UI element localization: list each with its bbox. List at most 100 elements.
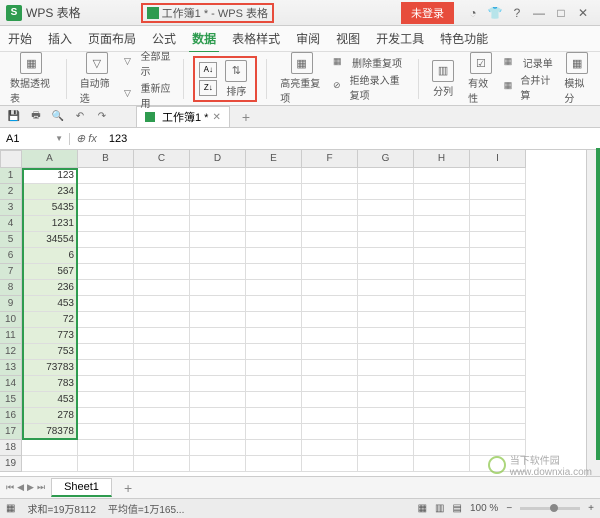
reject-dup-button[interactable]: ⊘拒绝录入重复项 [333, 72, 409, 102]
select-all-corner[interactable] [0, 150, 22, 168]
cell[interactable] [134, 360, 190, 376]
record-form-button[interactable]: ▦记录单 [504, 55, 555, 70]
row-header-15[interactable]: 15 [0, 392, 22, 408]
sheet-tab[interactable]: Sheet1 [51, 478, 112, 497]
cell[interactable] [246, 168, 302, 184]
cell[interactable] [134, 456, 190, 472]
row-header-17[interactable]: 17 [0, 424, 22, 440]
cell[interactable] [358, 232, 414, 248]
cell[interactable] [22, 456, 78, 472]
col-header-G[interactable]: G [358, 150, 414, 168]
shirt-icon[interactable]: 👕 [484, 3, 506, 23]
redo-icon[interactable]: ↷ [94, 109, 110, 125]
menu-start[interactable]: 开始 [8, 30, 32, 47]
cell[interactable] [470, 264, 526, 280]
name-box[interactable]: A1 ▼ [0, 133, 70, 145]
cell[interactable] [358, 424, 414, 440]
cell[interactable] [134, 392, 190, 408]
cell[interactable] [78, 328, 134, 344]
cell[interactable] [414, 424, 470, 440]
cell[interactable] [302, 232, 358, 248]
row-header-16[interactable]: 16 [0, 408, 22, 424]
cell[interactable] [190, 216, 246, 232]
cell[interactable] [78, 376, 134, 392]
col-header-F[interactable]: F [302, 150, 358, 168]
cell[interactable] [358, 392, 414, 408]
cell[interactable] [134, 424, 190, 440]
skin-icon[interactable]: ◔ [462, 3, 484, 23]
col-header-I[interactable]: I [470, 150, 526, 168]
row-header-19[interactable]: 19 [0, 456, 22, 472]
row-header-9[interactable]: 9 [0, 296, 22, 312]
cell[interactable] [470, 360, 526, 376]
cell[interactable] [302, 296, 358, 312]
cell[interactable] [246, 344, 302, 360]
cell[interactable] [358, 312, 414, 328]
cell[interactable] [470, 312, 526, 328]
cell[interactable] [134, 328, 190, 344]
cell[interactable] [302, 216, 358, 232]
consolidate-button[interactable]: ▦合并计算 [504, 72, 555, 102]
cell[interactable] [190, 424, 246, 440]
cell[interactable] [414, 376, 470, 392]
cell[interactable] [470, 408, 526, 424]
cell[interactable] [246, 440, 302, 456]
tab-prev-icon[interactable]: ◀ [17, 482, 24, 493]
cell[interactable] [246, 360, 302, 376]
cell[interactable] [246, 376, 302, 392]
cell[interactable] [302, 456, 358, 472]
cell[interactable] [190, 328, 246, 344]
preview-icon[interactable]: 🔍 [50, 109, 66, 125]
cell[interactable]: 123 [22, 168, 78, 184]
cell[interactable] [358, 408, 414, 424]
cell[interactable] [414, 360, 470, 376]
sort-button[interactable]: ⇅ 排序 [221, 60, 251, 98]
cell[interactable] [190, 264, 246, 280]
maximize-icon[interactable]: □ [550, 3, 572, 23]
cell[interactable]: 753 [22, 344, 78, 360]
row-header-14[interactable]: 14 [0, 376, 22, 392]
cell[interactable] [358, 248, 414, 264]
cell[interactable]: 773 [22, 328, 78, 344]
cell[interactable]: 78378 [22, 424, 78, 440]
cell[interactable] [22, 440, 78, 456]
cells-area[interactable]: 1232345435123134554656723645372773753737… [22, 168, 586, 476]
cell[interactable] [358, 184, 414, 200]
cell[interactable] [414, 328, 470, 344]
cell[interactable] [302, 280, 358, 296]
col-header-C[interactable]: C [134, 150, 190, 168]
menu-formula[interactable]: 公式 [152, 30, 176, 47]
cell[interactable] [134, 248, 190, 264]
cell[interactable] [358, 264, 414, 280]
cell[interactable] [414, 408, 470, 424]
autofilter-button[interactable]: ▽ 自动筛选 [76, 52, 118, 105]
cell[interactable] [246, 232, 302, 248]
cell[interactable] [414, 184, 470, 200]
cell[interactable] [190, 312, 246, 328]
close-icon[interactable]: ✕ [572, 3, 594, 23]
cell[interactable]: 236 [22, 280, 78, 296]
cell[interactable] [190, 392, 246, 408]
cell[interactable]: 72 [22, 312, 78, 328]
cell[interactable] [358, 344, 414, 360]
cell[interactable] [190, 360, 246, 376]
zoom-thumb[interactable] [550, 504, 558, 512]
doc-tab-close-icon[interactable]: ✕ [212, 112, 220, 123]
cell[interactable] [190, 184, 246, 200]
menu-review[interactable]: 审阅 [296, 30, 320, 47]
cell[interactable] [246, 312, 302, 328]
sort-desc-button[interactable]: Z↓ [199, 80, 217, 96]
row-header-5[interactable]: 5 [0, 232, 22, 248]
cell[interactable] [414, 312, 470, 328]
fx-icon[interactable]: ⊕ fx [70, 132, 103, 145]
cell[interactable] [78, 424, 134, 440]
cell[interactable] [246, 216, 302, 232]
cell[interactable] [470, 168, 526, 184]
cell[interactable] [134, 440, 190, 456]
cell[interactable] [302, 376, 358, 392]
cell[interactable] [78, 280, 134, 296]
cell[interactable] [302, 408, 358, 424]
formula-input[interactable]: 123 [103, 133, 600, 145]
cell[interactable] [190, 376, 246, 392]
cell[interactable] [246, 328, 302, 344]
